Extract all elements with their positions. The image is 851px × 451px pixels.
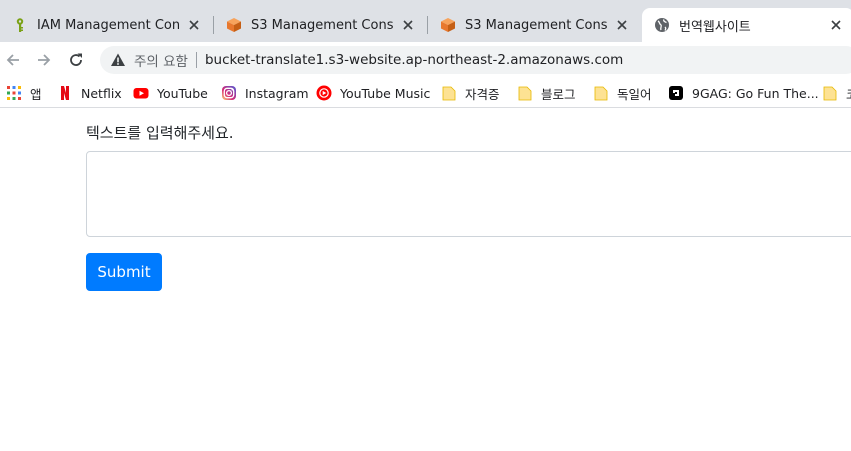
arrow-left-icon <box>6 54 19 66</box>
bookmark-9gag[interactable]: 9GAG: Go Fun The... <box>668 83 819 103</box>
bookmark-netflix[interactable]: Netflix <box>57 83 122 103</box>
reload-button[interactable] <box>66 50 86 70</box>
bookmark-label: YouTube <box>157 85 208 101</box>
aws-s3-cube-icon <box>227 18 241 32</box>
url-text[interactable]: bucket-translate1.s3-website.ap-northeas… <box>205 52 623 68</box>
tab-label: S3 Management Console <box>465 17 608 33</box>
bookmark-label: 앱 <box>30 86 42 102</box>
close-icon[interactable] <box>400 17 416 33</box>
9gag-icon <box>669 86 683 100</box>
input-label: 텍스트를 입력해주세요. <box>86 124 234 142</box>
close-icon[interactable] <box>186 17 202 33</box>
globe-icon <box>655 18 669 32</box>
tab-translate-website[interactable]: 번역웹사이트 <box>642 8 851 42</box>
warning-icon[interactable] <box>110 52 126 68</box>
tab-iam-management-console[interactable]: IAM Management Console <box>0 8 212 42</box>
bookmark-label: 자격증 <box>465 86 500 102</box>
security-status-label[interactable]: 주의 요함 <box>134 50 188 70</box>
bookmark-label: Instagram <box>245 85 309 101</box>
apps-grid-icon <box>7 86 21 100</box>
bookmark-label: 블로그 <box>541 86 576 102</box>
close-icon[interactable] <box>614 17 630 33</box>
close-icon[interactable] <box>828 17 844 33</box>
address-bar[interactable]: 주의 요함 bucket-translate1.s3-website.ap-no… <box>100 46 851 74</box>
bookmark-label: 9GAG: Go Fun The... <box>692 85 819 101</box>
folder-icon <box>442 86 456 101</box>
arrow-right-icon <box>38 54 51 66</box>
tab-label: S3 Management Console <box>251 17 394 33</box>
tab-label: IAM Management Console <box>37 17 180 33</box>
bookmark-youtube[interactable]: YouTube <box>133 83 208 103</box>
back-button[interactable] <box>3 50 23 70</box>
bookmark-folder-certificates[interactable]: 자격증 <box>441 83 500 103</box>
instagram-icon <box>222 86 236 100</box>
folder-icon <box>823 86 837 101</box>
netflix-icon <box>61 86 69 100</box>
aws-s3-cube-icon <box>441 18 455 32</box>
browser-toolbar: 주의 요함 bucket-translate1.s3-website.ap-no… <box>0 42 851 78</box>
forward-button[interactable] <box>34 50 54 70</box>
bookmark-folder-german[interactable]: 독일어 <box>593 83 652 103</box>
folder-icon <box>518 86 532 101</box>
bookmarks-bar: 앱 Netflix YouTube Instagram YouTube Musi… <box>0 78 851 108</box>
bookmark-label: YouTube Music <box>340 85 431 101</box>
text-input[interactable] <box>86 151 851 237</box>
bookmark-folder-more[interactable]: 코 <box>822 83 851 103</box>
tab-label: 번역웹사이트 <box>679 19 751 35</box>
iam-key-icon <box>16 18 24 32</box>
bookmark-label: 독일어 <box>617 86 652 102</box>
bookmark-instagram[interactable]: Instagram <box>221 83 309 103</box>
address-divider <box>195 52 197 68</box>
bookmark-youtube-music[interactable]: YouTube Music <box>316 83 430 103</box>
bookmark-folder-blog[interactable]: 블로그 <box>517 83 576 103</box>
bookmark-label: Netflix <box>81 85 122 101</box>
bookmark-apps[interactable]: 앱 <box>6 83 42 103</box>
tab-s3-management-console[interactable]: S3 Management Console <box>214 8 426 42</box>
reload-icon <box>70 53 82 66</box>
youtube-icon <box>133 88 149 99</box>
youtube-music-icon <box>316 85 332 101</box>
folder-icon <box>594 86 608 101</box>
tab-strip: IAM Management Console S3 Management Con… <box>0 0 851 42</box>
bookmark-label: 코 <box>846 84 851 103</box>
tab-s3-management-console[interactable]: S3 Management Console <box>428 8 640 42</box>
submit-button[interactable]: Submit <box>86 253 162 291</box>
